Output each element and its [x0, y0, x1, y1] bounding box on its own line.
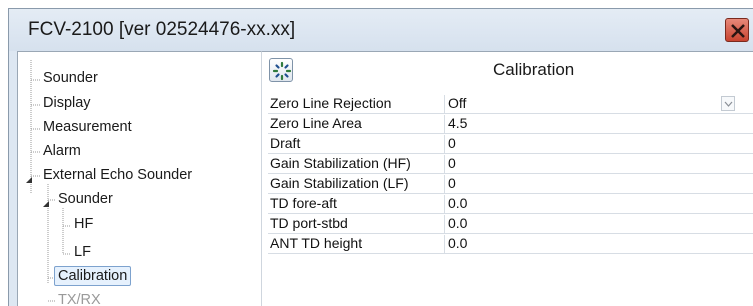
row-label: Gain Stabilization (HF)	[270, 155, 445, 173]
zero-line-rejection-select[interactable]: Off	[448, 95, 466, 111]
grid-row: Zero Line Rejection Off	[268, 94, 753, 114]
row-label: Draft	[270, 135, 445, 153]
grid-row: Gain Stabilization (HF) 0	[268, 154, 753, 174]
title-bar: FCV-2100 [ver 02524476-xx.xx]	[9, 9, 753, 51]
settings-button[interactable]	[269, 58, 293, 82]
td-port-stbd-value[interactable]: 0.0	[448, 215, 467, 231]
close-button[interactable]	[725, 18, 749, 42]
tree-item-lf[interactable]: LF	[74, 244, 91, 260]
chevron-down-icon	[724, 101, 733, 107]
close-icon	[731, 24, 745, 38]
row-label: Gain Stabilization (LF)	[270, 175, 445, 193]
row-label: TD fore-aft	[270, 195, 445, 213]
grid-row: Zero Line Area 4.5	[268, 114, 753, 134]
tree-item-measurement[interactable]: Measurement	[43, 119, 132, 135]
tree-item-alarm[interactable]: Alarm	[43, 143, 81, 159]
settings-tree: Sounder Display Measurement Alarm Extern…	[17, 51, 261, 306]
gear-icon	[272, 61, 292, 81]
ant-td-height-value[interactable]: 0.0	[448, 235, 467, 251]
settings-grid: Zero Line Rejection Off Zero Line Area 4…	[268, 94, 753, 254]
settings-window: FCV-2100 [ver 02524476-xx.xx] Sounder Di…	[8, 8, 753, 306]
draft-value[interactable]: 0	[448, 135, 456, 151]
gain-stabilization-lf-value[interactable]: 0	[448, 175, 456, 191]
pane-title: Calibration	[493, 60, 575, 79]
dropdown-button[interactable]	[721, 96, 735, 111]
tree-item-calibration[interactable]: Calibration	[54, 266, 132, 286]
grid-row: Draft 0	[268, 134, 753, 154]
collapse-arrow-icon[interactable]	[25, 171, 33, 189]
tree-item-display[interactable]: Display	[43, 95, 91, 111]
grid-row: TD fore-aft 0.0	[268, 194, 753, 214]
row-label: Zero Line Rejection	[270, 95, 445, 113]
grid-row: Gain Stabilization (LF) 0	[268, 174, 753, 194]
tree-item-external-echo-sounder[interactable]: External Echo Sounder	[43, 167, 192, 183]
td-fore-aft-value[interactable]: 0.0	[448, 195, 467, 211]
gain-stabilization-hf-value[interactable]: 0	[448, 155, 456, 171]
calibration-pane: Calibration Zero Line Rejection Off Zero…	[261, 51, 753, 306]
pane-header: Calibration	[262, 52, 753, 86]
tree-item-ext-sounder[interactable]: Sounder	[58, 191, 113, 207]
row-label: Zero Line Area	[270, 115, 445, 133]
window-title: FCV-2100 [ver 02524476-xx.xx]	[28, 19, 296, 40]
collapse-arrow-icon[interactable]	[42, 195, 50, 213]
tree-item-hf[interactable]: HF	[74, 216, 93, 232]
tree-item-sounder[interactable]: Sounder	[43, 70, 98, 86]
grid-row: ANT TD height 0.0	[268, 234, 753, 254]
tree-item-tx-rx[interactable]: TX/RX	[58, 292, 101, 306]
row-label: TD port-stbd	[270, 215, 445, 233]
grid-row: TD port-stbd 0.0	[268, 214, 753, 234]
row-label: ANT TD height	[270, 235, 445, 253]
zero-line-area-value[interactable]: 4.5	[448, 115, 467, 131]
